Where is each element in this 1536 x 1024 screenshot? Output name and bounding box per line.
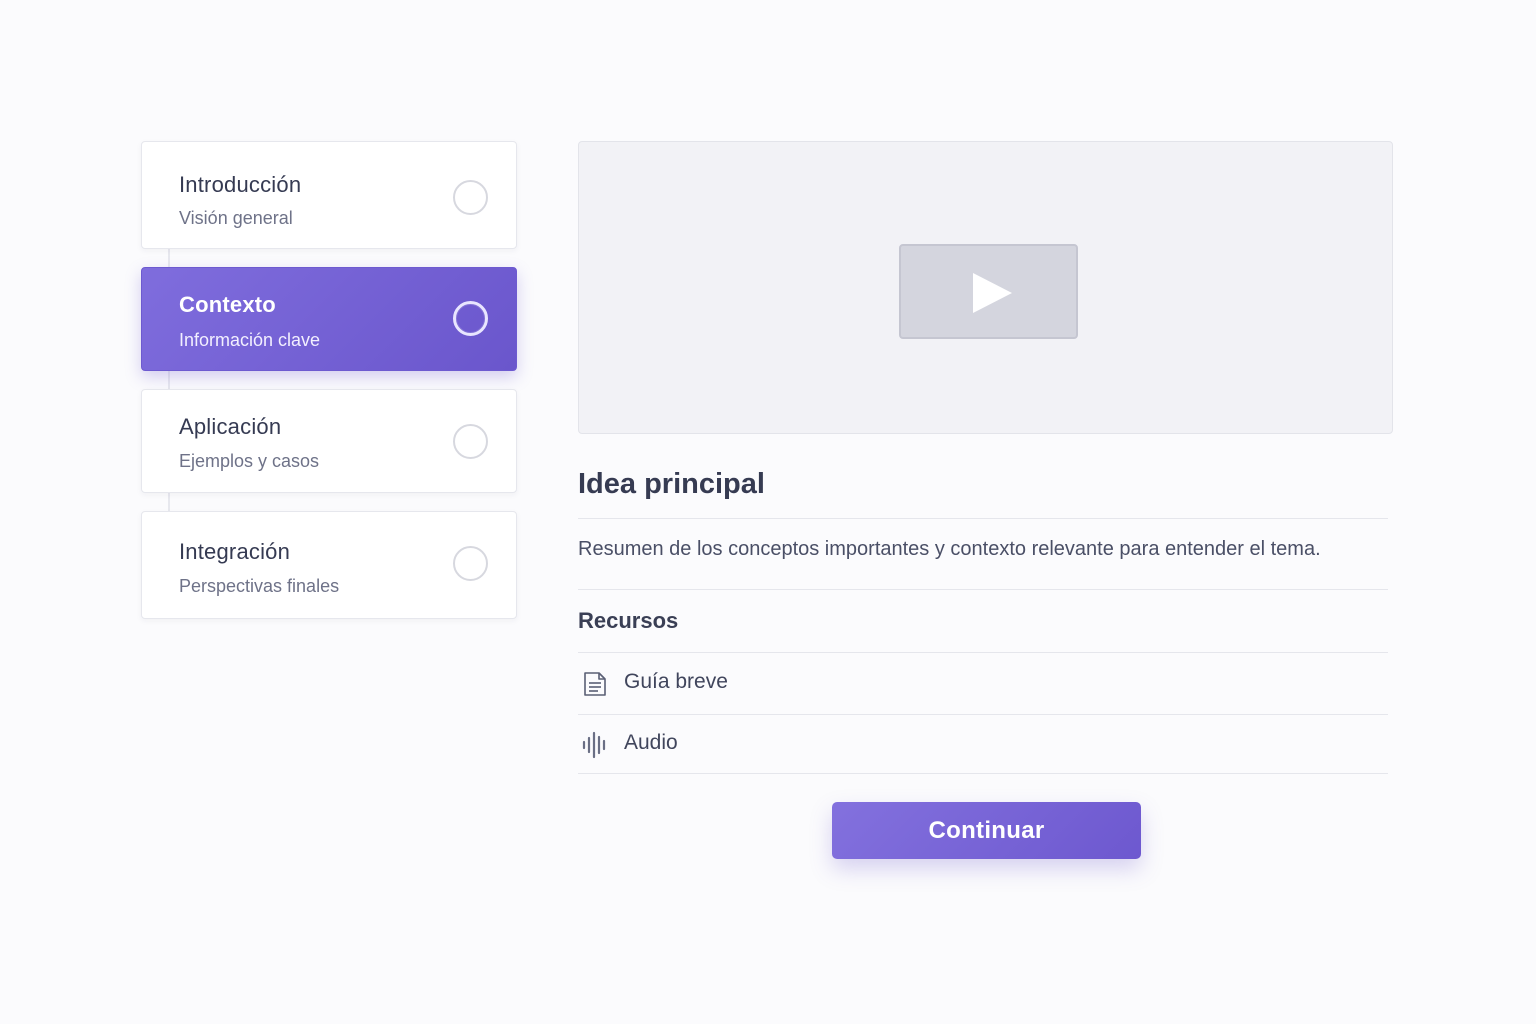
- divider: [578, 773, 1388, 774]
- continue-button[interactable]: Continuar: [832, 802, 1141, 859]
- lesson-page: Introducción Visión general Contexto Inf…: [0, 0, 1536, 1024]
- divider: [578, 652, 1388, 653]
- step-subtitle: Perspectivas finales: [179, 576, 340, 596]
- step-status-circle-icon: [453, 180, 488, 215]
- resource-guia-breve[interactable]: Guía breve: [578, 662, 1388, 706]
- step-status-circle-icon: [453, 546, 488, 581]
- step-integracion[interactable]: Integración Perspectivas finales: [141, 511, 517, 619]
- play-icon: [973, 273, 1012, 313]
- summary-text: Resumen de los conceptos importantes y c…: [578, 538, 1321, 560]
- step-title: Introducción: [179, 172, 302, 197]
- step-subtitle: Ejemplos y casos: [179, 451, 320, 471]
- divider: [578, 714, 1388, 715]
- audio-wave-icon: [582, 731, 606, 759]
- resource-label: Guía breve: [624, 670, 728, 693]
- step-subtitle: Visión general: [179, 208, 293, 228]
- step-title: Contexto: [179, 292, 276, 317]
- step-contexto[interactable]: Contexto Información clave: [141, 267, 517, 371]
- resource-audio[interactable]: Audio: [578, 723, 1388, 767]
- play-button[interactable]: [899, 244, 1078, 339]
- divider: [578, 589, 1388, 590]
- steps-list: Introducción Visión general Contexto Inf…: [141, 141, 517, 619]
- video-player[interactable]: [578, 141, 1393, 434]
- divider: [578, 518, 1388, 519]
- step-title: Aplicación: [179, 414, 282, 439]
- document-icon: [584, 672, 606, 696]
- section-heading: Idea principal: [578, 468, 765, 500]
- step-status-circle-icon: [453, 424, 488, 459]
- step-aplicacion[interactable]: Aplicación Ejemplos y casos: [141, 389, 517, 493]
- step-status-circle-icon: [453, 301, 488, 336]
- step-subtitle: Información clave: [179, 330, 321, 350]
- step-introduccion[interactable]: Introducción Visión general: [141, 141, 517, 249]
- resource-label: Audio: [624, 731, 678, 754]
- resources-heading: Recursos: [578, 608, 679, 633]
- step-title: Integración: [179, 539, 291, 564]
